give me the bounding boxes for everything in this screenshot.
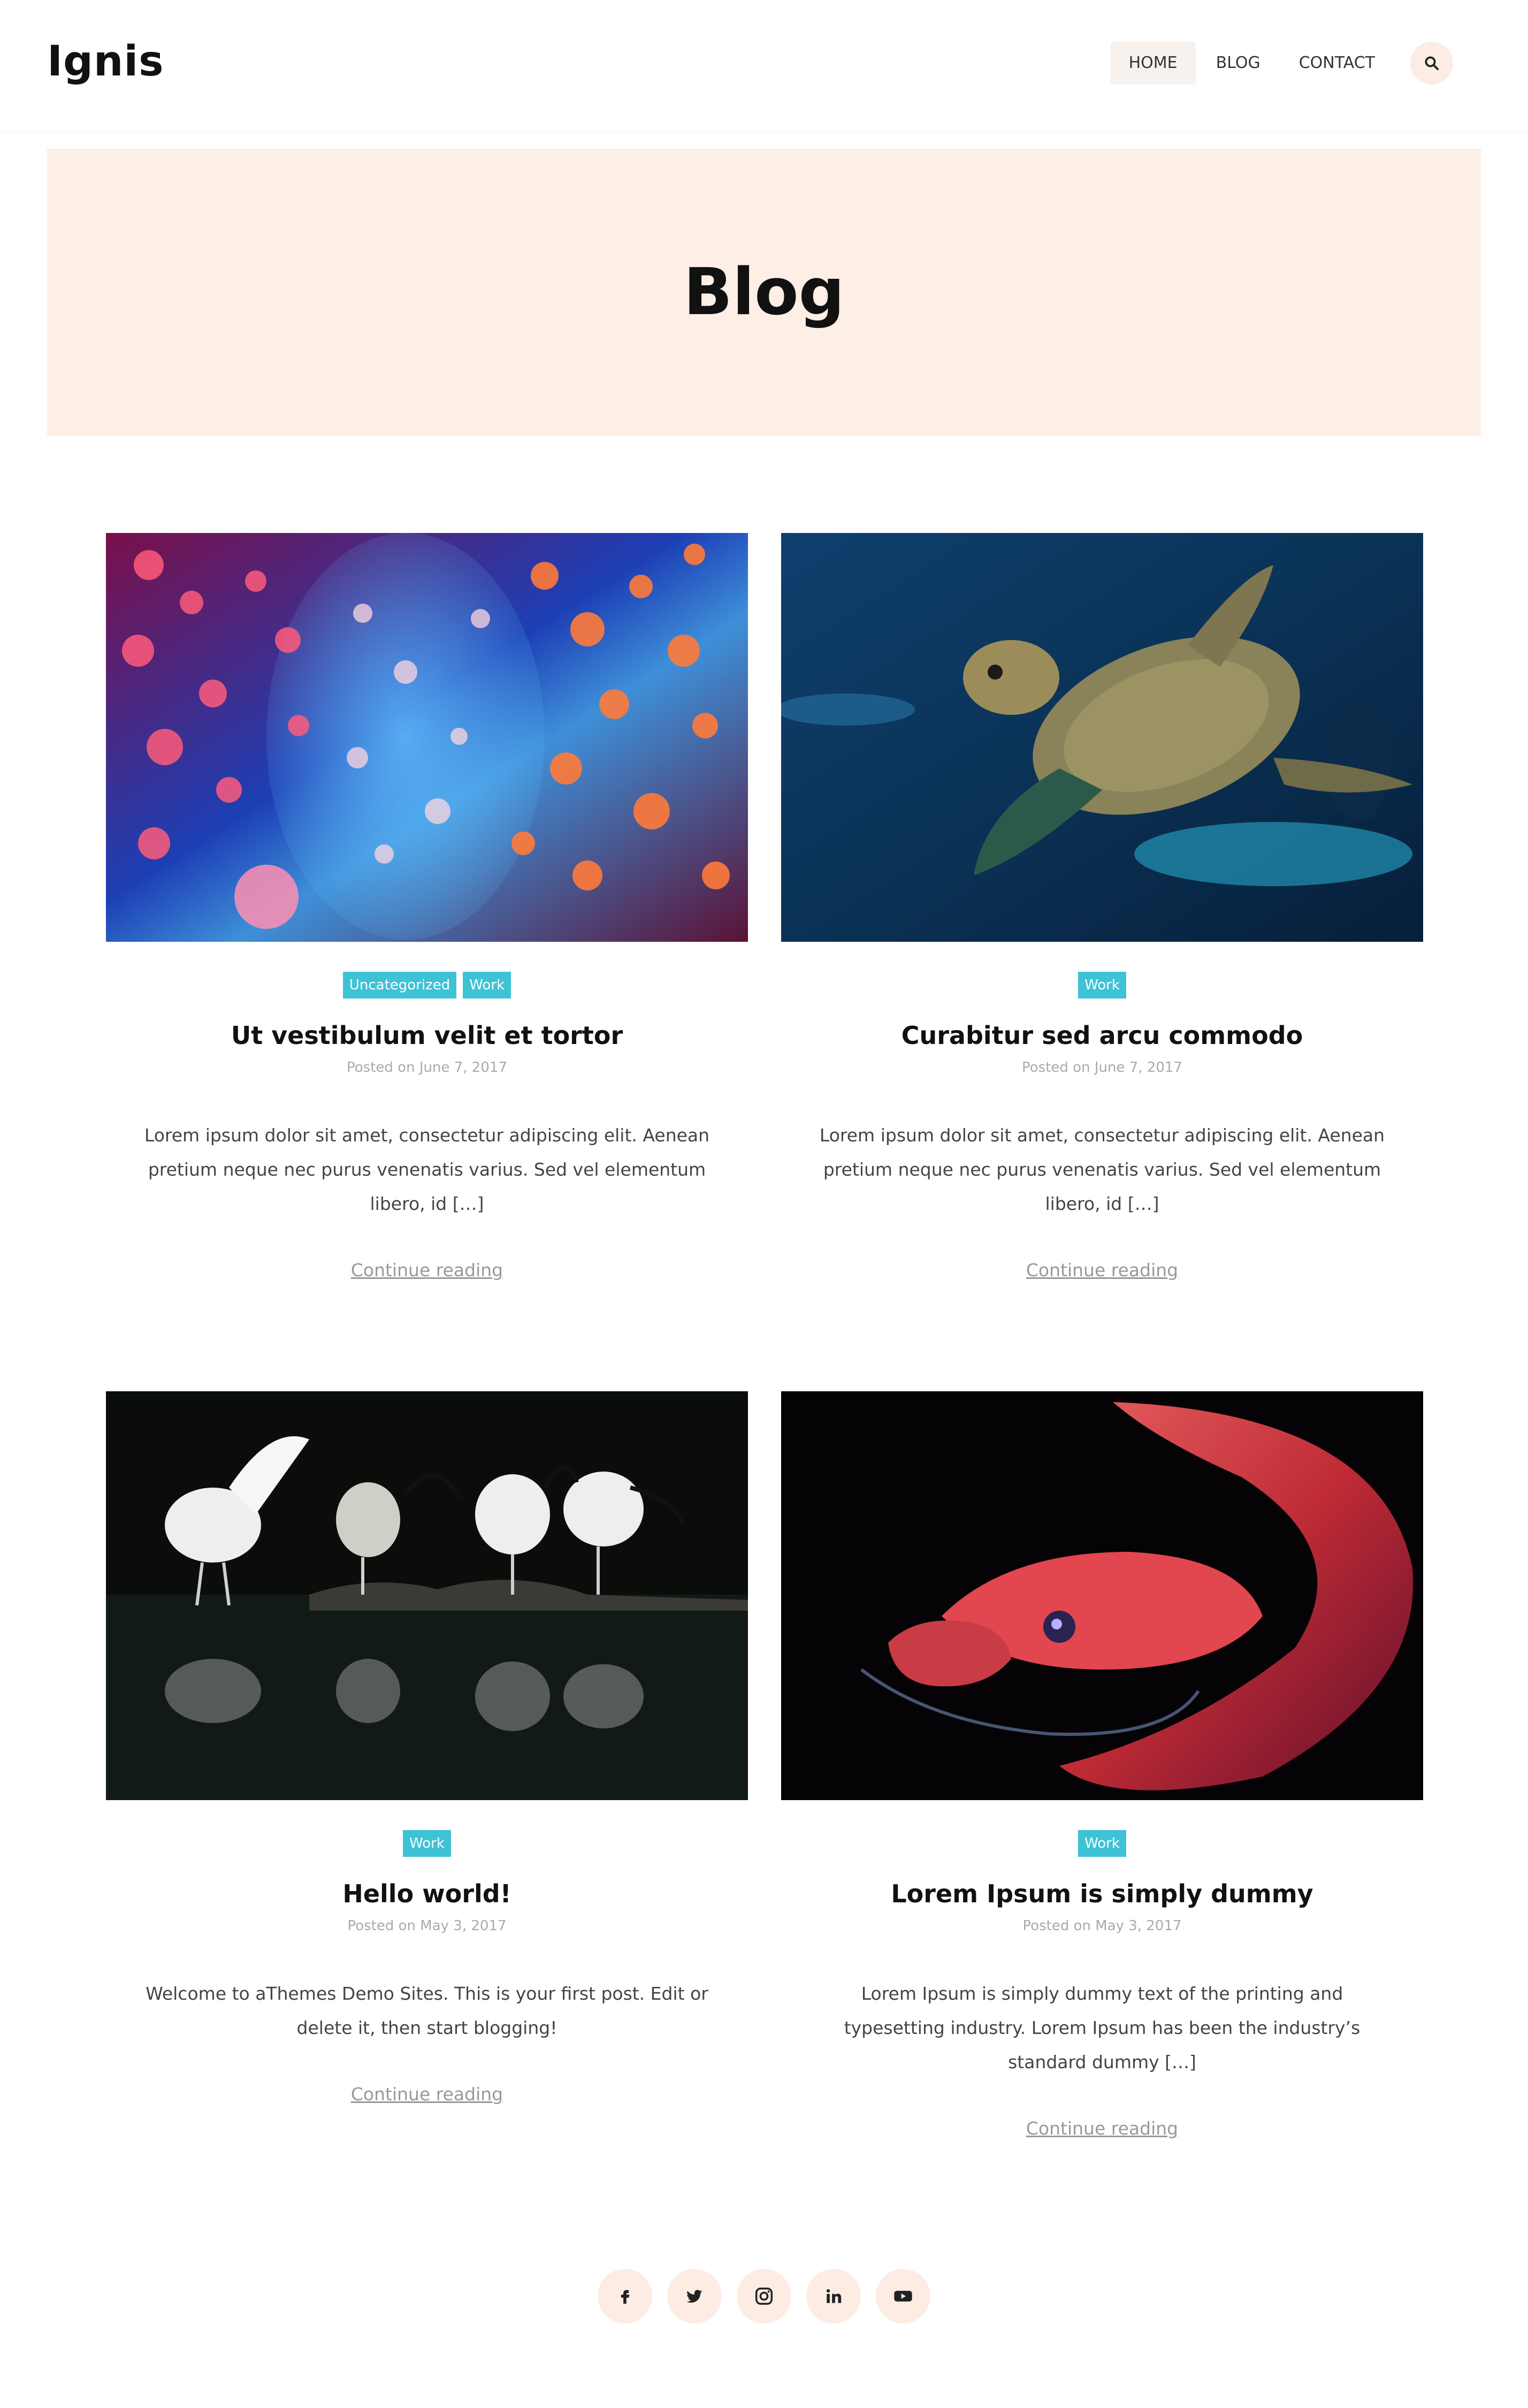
category-badge[interactable]: Work — [1078, 972, 1126, 999]
search-button[interactable] — [1410, 42, 1453, 85]
category-badge[interactable]: Work — [403, 1830, 451, 1857]
category-badge[interactable]: Work — [463, 972, 511, 999]
post-excerpt: Lorem ipsum dolor sit amet, consectetur … — [144, 1125, 710, 1214]
post-title[interactable]: Hello world! — [106, 1879, 748, 1908]
nav-blog[interactable]: BLOG — [1198, 42, 1279, 85]
post-card: Work Lorem Ipsum is simply dummy Posted … — [781, 1391, 1423, 2139]
post-excerpt: Lorem Ipsum is simply dummy text of the … — [844, 1983, 1361, 2072]
continue-reading-link[interactable]: Continue reading — [351, 1260, 503, 1281]
nav-home[interactable]: HOME — [1110, 42, 1196, 85]
post-image-sea-turtle[interactable] — [781, 533, 1423, 942]
post-image-red-snake[interactable] — [781, 1391, 1423, 1800]
post-image-jellyfish[interactable] — [106, 533, 748, 942]
linkedin-icon[interactable] — [806, 2269, 861, 2323]
post-date: Posted on June 7, 2017 — [347, 1060, 507, 1076]
page-hero: Blog — [47, 149, 1481, 436]
facebook-icon[interactable] — [598, 2269, 652, 2323]
continue-reading-link[interactable]: Continue reading — [1026, 1260, 1178, 1281]
post-date: Posted on May 3, 2017 — [1022, 1918, 1182, 1934]
youtube-icon[interactable] — [876, 2269, 930, 2323]
instagram-icon[interactable] — [737, 2269, 791, 2323]
post-categories: Work — [781, 1830, 1423, 1857]
search-icon — [1425, 56, 1439, 71]
page-title: Blog — [683, 255, 845, 330]
social-links — [0, 2269, 1528, 2323]
nav-contact[interactable]: CONTACT — [1281, 42, 1393, 85]
post-title[interactable]: Ut vestibulum velit et tortor — [106, 1021, 748, 1050]
main-nav: HOME BLOG CONTACT — [1109, 42, 1453, 85]
category-badge[interactable]: Uncategorized — [342, 972, 457, 999]
post-categories: Work — [781, 972, 1423, 999]
post-card: Work Curabitur sed arcu commodo Posted o… — [781, 533, 1423, 1281]
post-card: Work Hello world! Posted on May 3, 2017 … — [106, 1391, 748, 2105]
continue-reading-link[interactable]: Continue reading — [1026, 2118, 1178, 2139]
post-categories: Work — [106, 1830, 748, 1857]
site-header: Ignis HOME BLOG CONTACT — [0, 0, 1528, 131]
site-logo[interactable]: Ignis — [47, 37, 164, 86]
twitter-icon[interactable] — [667, 2269, 722, 2323]
post-excerpt: Lorem ipsum dolor sit amet, consectetur … — [819, 1125, 1385, 1214]
post-excerpt: Welcome to aThemes Demo Sites. This is y… — [146, 1983, 708, 2038]
post-categories: Uncategorized Work — [106, 972, 748, 999]
continue-reading-link[interactable]: Continue reading — [351, 2084, 503, 2105]
post-image-ibis-birds[interactable] — [106, 1391, 748, 1800]
post-title[interactable]: Lorem Ipsum is simply dummy — [781, 1879, 1423, 1908]
post-date: Posted on June 7, 2017 — [1022, 1060, 1182, 1076]
post-date: Posted on May 3, 2017 — [347, 1918, 507, 1934]
post-card: Uncategorized Work Ut vestibulum velit e… — [106, 533, 748, 1281]
post-title[interactable]: Curabitur sed arcu commodo — [781, 1021, 1423, 1050]
category-badge[interactable]: Work — [1078, 1830, 1126, 1857]
